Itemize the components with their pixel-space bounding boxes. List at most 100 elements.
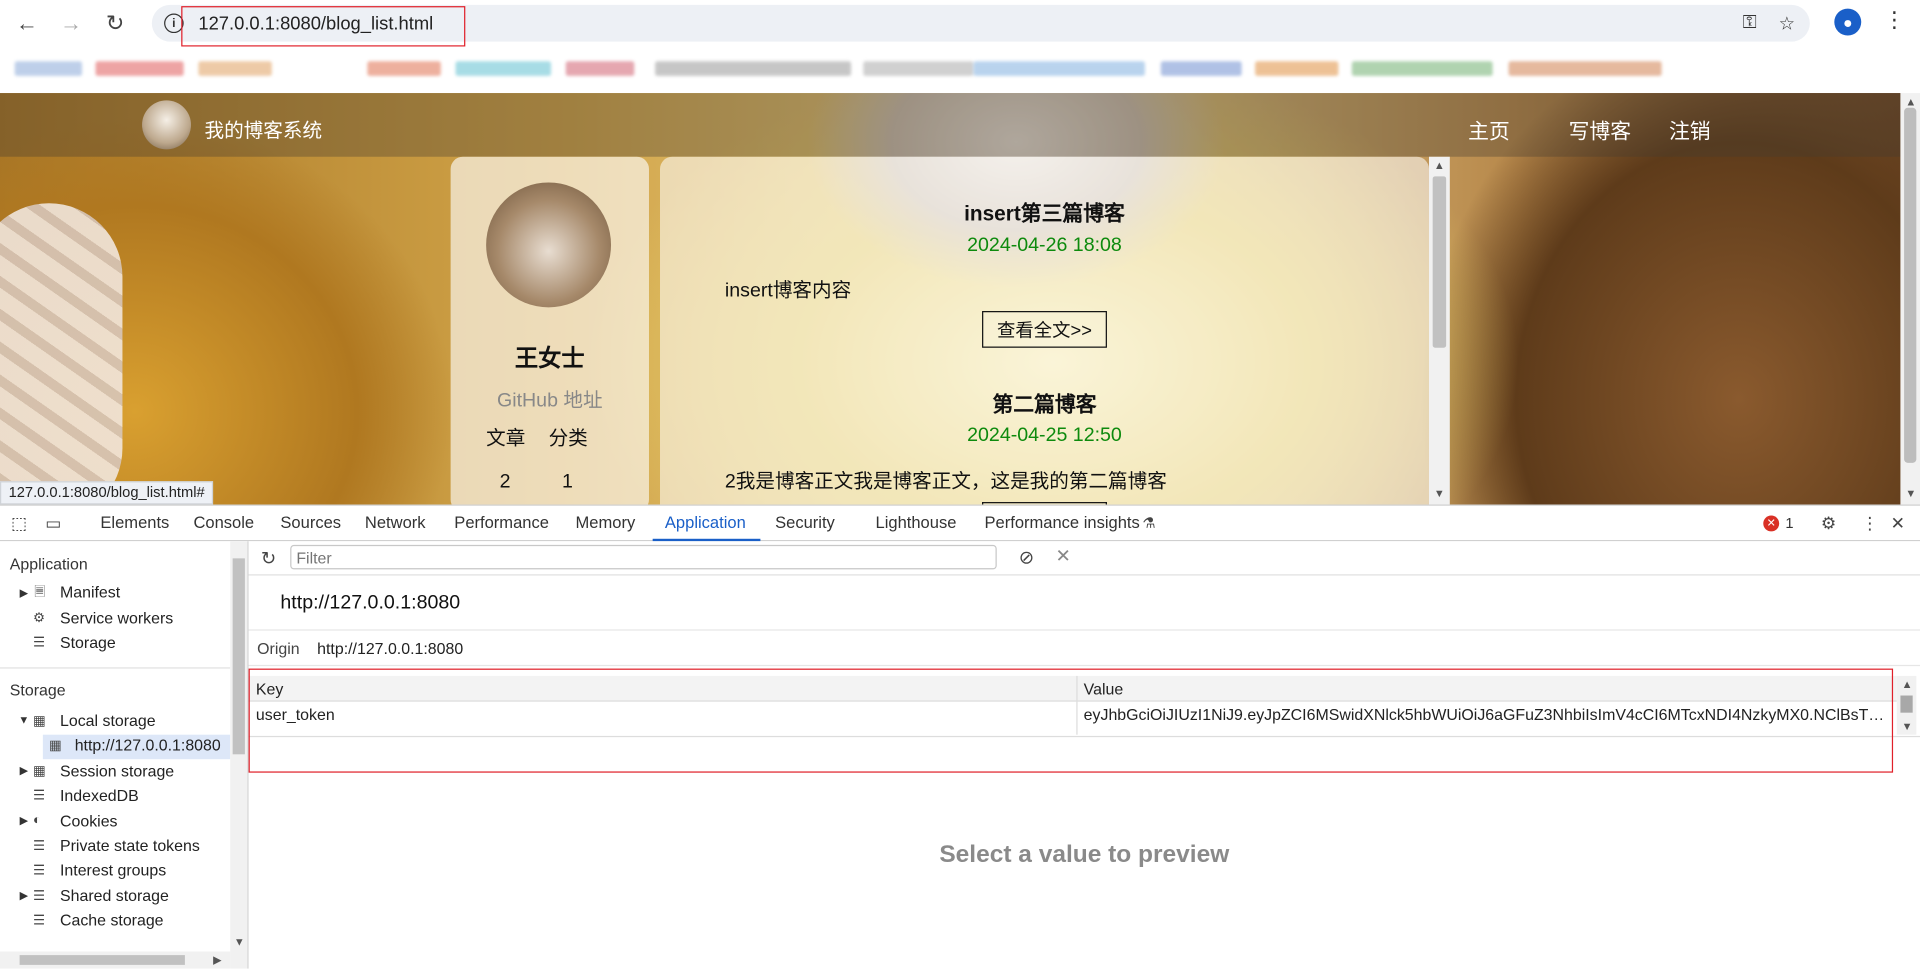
origin-label: Origin — [257, 639, 300, 658]
tab-security[interactable]: Security — [775, 513, 835, 531]
site-navbar: 我的博客系统 主页 写博客 注销 — [0, 93, 1901, 157]
site-logo — [142, 100, 192, 150]
preview-placeholder: Select a value to preview — [939, 841, 1230, 869]
expand-arrow-icon[interactable]: ▶ — [20, 814, 28, 827]
sidebar-item-interest-groups[interactable]: Interest groups — [60, 861, 166, 879]
refresh-icon[interactable]: ↻ — [261, 547, 276, 570]
experiment-flask-icon: ⚗ — [1142, 514, 1156, 532]
clear-all-icon[interactable]: ⊘ — [1019, 546, 1034, 568]
sidebar-item-local-storage-origin[interactable]: http://127.0.0.1:8080 — [42, 734, 231, 760]
sidebar-item-cookies[interactable]: Cookies — [60, 812, 118, 830]
sidebar-header-storage: Storage — [9, 680, 66, 700]
github-link[interactable]: GitHub 地址 — [451, 383, 649, 412]
expand-arrow-icon[interactable]: ▶ — [20, 764, 28, 777]
user-name: 王女士 — [514, 346, 585, 373]
post-date: 2024-04-25 12:50 — [967, 424, 1122, 446]
database-icon: ☰ — [33, 863, 46, 878]
database-icon: ☰ — [33, 838, 46, 854]
bookmark-item[interactable] — [95, 61, 184, 76]
sidebar-header-application: Application — [9, 554, 88, 574]
highlight-box-url — [181, 6, 466, 47]
bookmark-item[interactable] — [1508, 61, 1662, 76]
sidebar-horizontal-scrollbar[interactable]: ▶ — [0, 951, 231, 969]
blog-list-scrollbar[interactable]: ▲ ▼ — [1428, 156, 1450, 505]
file-icon: 🗏 — [34, 585, 46, 601]
table-icon: ▦ — [33, 764, 46, 779]
sidebar-item-manifest[interactable]: Manifest — [60, 583, 120, 601]
bookmark-item[interactable] — [1255, 61, 1339, 76]
bookmark-item[interactable] — [973, 61, 1145, 76]
stat-value-articles: 2 — [499, 471, 511, 493]
settings-gear-icon[interactable]: ⚙ — [1821, 513, 1836, 534]
collapse-arrow-icon[interactable]: ▼ — [18, 714, 29, 726]
stat-label-categories: 分类 — [548, 428, 588, 450]
post-date: 2024-04-26 18:08 — [967, 235, 1122, 256]
origin-title: http://127.0.0.1:8080 — [280, 592, 461, 614]
bookmark-item[interactable] — [1351, 61, 1493, 76]
bookmark-item[interactable] — [655, 61, 852, 76]
back-icon[interactable]: ← — [10, 6, 44, 40]
reload-icon[interactable]: ↻ — [98, 6, 132, 40]
browser-menu-icon[interactable]: ⋮ — [1883, 7, 1905, 33]
tab-performance[interactable]: Performance — [454, 513, 549, 531]
sidebar-divider — [0, 667, 231, 669]
tab-lighthouse[interactable]: Lighthouse — [876, 513, 957, 531]
database-icon: ☰ — [33, 913, 46, 929]
tab-application[interactable]: Application — [665, 513, 746, 531]
highlight-box-table — [248, 668, 1894, 773]
tab-console[interactable]: Console — [193, 513, 254, 531]
tab-memory[interactable]: Memory — [576, 513, 636, 531]
stat-label-articles: 文章 — [486, 428, 526, 450]
bookmark-star-icon[interactable]: ☆ — [1779, 12, 1795, 34]
sidebar-item-private-state-tokens[interactable]: Private state tokens — [60, 836, 200, 854]
error-icon[interactable]: ✕ — [1763, 515, 1780, 532]
post-title: insert第三篇博客 — [964, 202, 1125, 226]
device-toolbar-icon[interactable]: ▭ — [45, 513, 61, 534]
bookmark-item[interactable] — [367, 61, 441, 76]
post-title: 第二篇博客 — [992, 393, 1097, 417]
tab-elements[interactable]: Elements — [100, 513, 169, 531]
sidebar-item-shared-storage[interactable]: Shared storage — [60, 887, 169, 905]
table-icon: ▦ — [33, 713, 46, 729]
error-count[interactable]: 1 — [1785, 514, 1793, 531]
profile-icon[interactable]: ● — [1834, 8, 1862, 36]
bookmark-item[interactable] — [1160, 61, 1242, 76]
expand-arrow-icon[interactable]: ▶ — [20, 587, 28, 600]
bookmark-item[interactable] — [863, 61, 974, 76]
page-scrollbar[interactable]: ▲ ▼ — [1900, 93, 1920, 505]
key-icon[interactable]: ⚿ — [1743, 12, 1757, 34]
sidebar-item-service-workers[interactable]: Service workers — [60, 609, 173, 627]
nav-write-link[interactable]: 写博客 — [1569, 114, 1631, 145]
sidebar-item-cache-storage[interactable]: Cache storage — [60, 911, 164, 929]
forward-icon[interactable]: → — [54, 6, 88, 40]
devtools-menu-icon[interactable]: ⋮ — [1861, 513, 1878, 534]
expand-arrow-icon[interactable]: ▶ — [20, 889, 28, 902]
tab-sources[interactable]: Sources — [280, 513, 341, 531]
read-more-button[interactable]: 查看全文>> — [982, 311, 1107, 348]
sidebar-scrollbar[interactable]: ▼ — [230, 541, 248, 969]
application-sidebar: Application ▶ 🗏 Manifest ⚙ Service worke… — [0, 541, 249, 969]
close-devtools-icon[interactable]: ✕ — [1891, 513, 1905, 534]
nav-logout-link[interactable]: 注销 — [1669, 114, 1711, 145]
origin-row: Origin http://127.0.0.1:8080 — [248, 629, 1920, 667]
bookmark-item[interactable] — [565, 61, 635, 76]
table-scrollbar[interactable]: ▲ ▼ — [1896, 675, 1917, 735]
sidebar-item-local-storage[interactable]: Local storage — [60, 711, 156, 729]
bookmark-item[interactable] — [198, 61, 272, 76]
database-icon: ☰ — [33, 635, 46, 651]
tab-performance-insights[interactable]: Performance insights — [984, 513, 1139, 531]
sidebar-item-session-storage[interactable]: Session storage — [60, 762, 174, 780]
database-icon: ☰ — [33, 788, 46, 804]
nav-home-link[interactable]: 主页 — [1468, 114, 1510, 145]
inspect-element-icon[interactable]: ⬚ — [11, 513, 27, 534]
sidebar-item-storage[interactable]: Storage — [60, 633, 116, 651]
web-page: 我的博客系统 主页 写博客 注销 王女士 GitHub 地址 文章 分类 2 1… — [0, 93, 1901, 505]
cookie-icon: ◐ — [33, 813, 42, 828]
delete-selected-icon[interactable]: ✕ — [1056, 545, 1071, 567]
devtools-tabbar: ⬚ ▭ Elements Console Sources Network Per… — [0, 504, 1920, 542]
tab-network[interactable]: Network — [365, 513, 426, 531]
filter-input[interactable] — [290, 544, 997, 570]
bookmark-item[interactable] — [455, 61, 552, 76]
bookmark-item[interactable] — [14, 61, 83, 76]
sidebar-item-indexeddb[interactable]: IndexedDB — [60, 786, 139, 804]
